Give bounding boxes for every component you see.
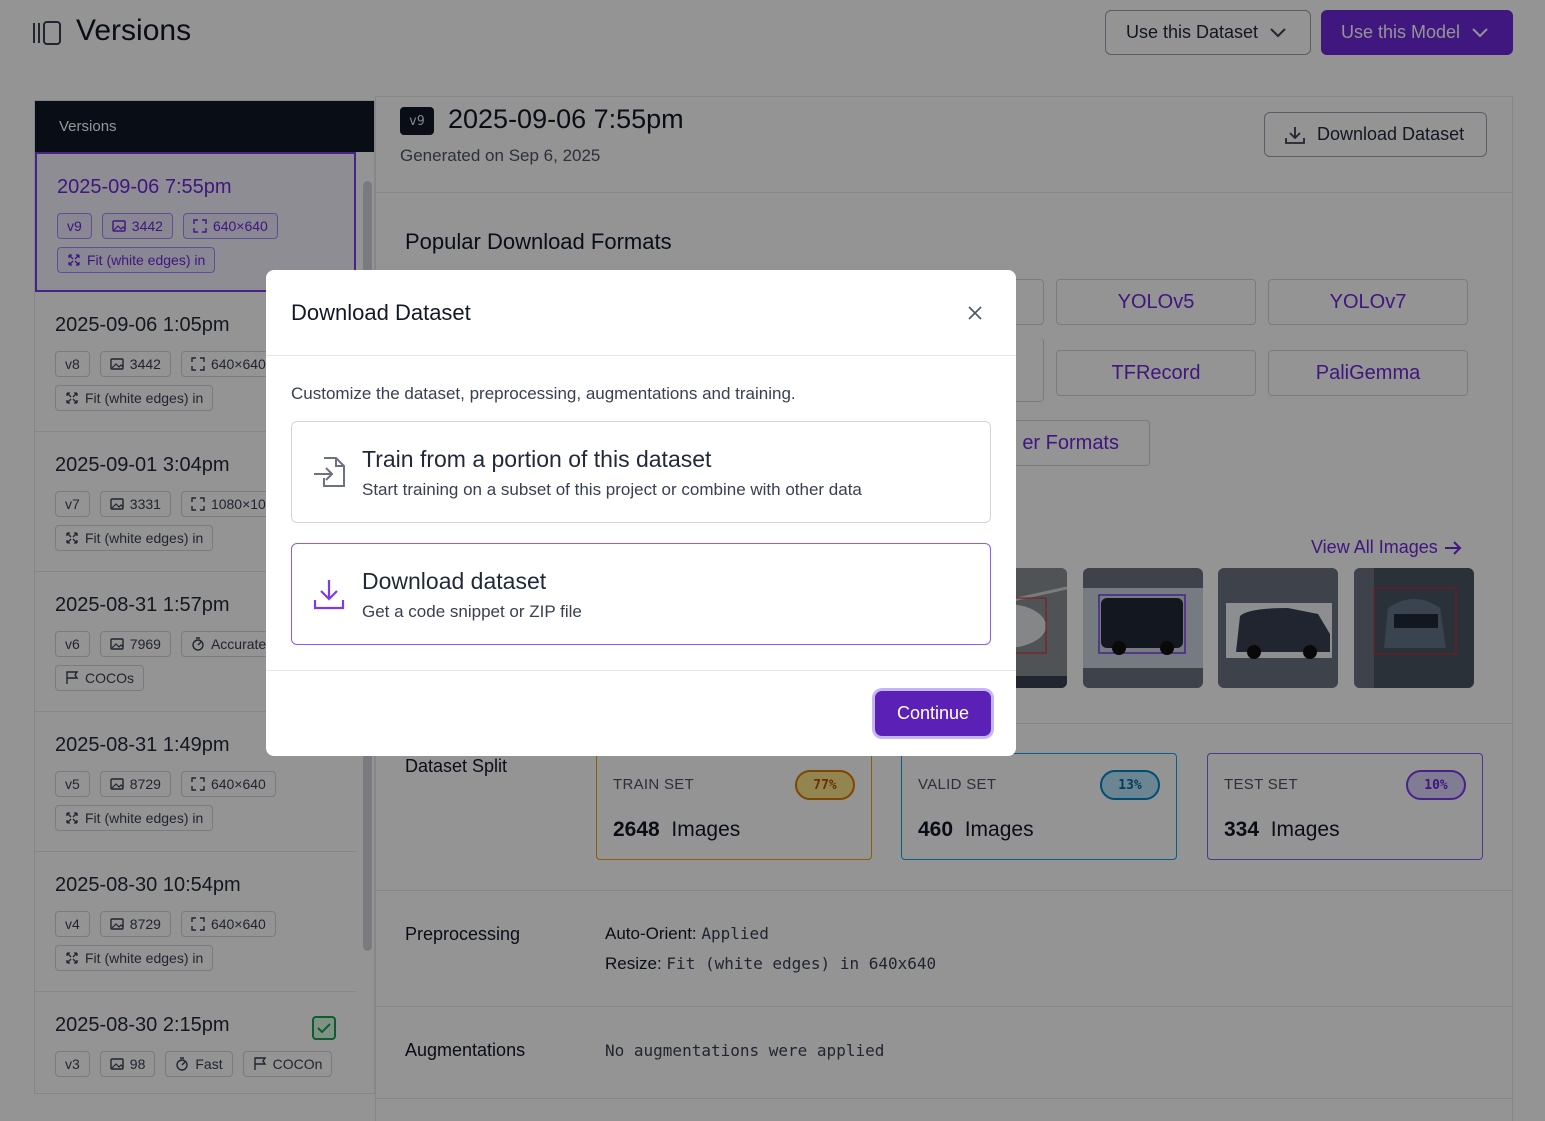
option-description: Get a code snippet or ZIP file bbox=[362, 602, 582, 621]
close-icon[interactable] bbox=[966, 304, 984, 322]
train-portion-option[interactable]: Train from a portion of this dataset Sta… bbox=[291, 421, 991, 523]
modal-description: Customize the dataset, preprocessing, au… bbox=[291, 384, 796, 403]
divider bbox=[266, 670, 1016, 671]
download-dataset-option[interactable]: Download dataset Get a code snippet or Z… bbox=[291, 543, 991, 645]
download-icon bbox=[313, 580, 345, 610]
option-title: Train from a portion of this dataset bbox=[362, 446, 712, 472]
continue-button[interactable]: Continue bbox=[875, 691, 991, 736]
download-dataset-modal: Download Dataset Customize the dataset, … bbox=[266, 270, 1016, 756]
divider bbox=[266, 355, 1016, 356]
option-description: Start training on a subset of this proje… bbox=[362, 480, 862, 499]
import-icon bbox=[314, 457, 345, 487]
option-title: Download dataset bbox=[362, 568, 547, 594]
modal-title: Download Dataset bbox=[291, 300, 471, 325]
